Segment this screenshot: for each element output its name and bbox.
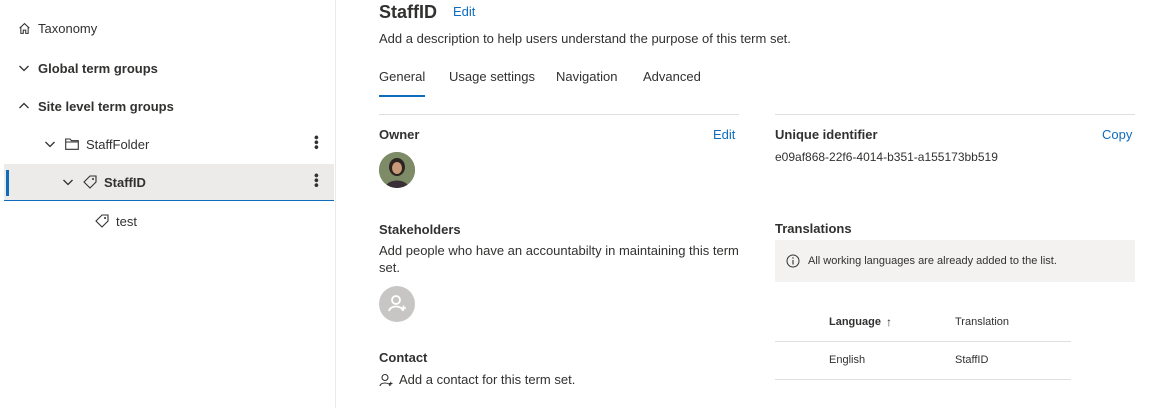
tab-general[interactable]: General [379, 69, 425, 97]
owner-avatar[interactable] [379, 152, 415, 188]
selection-indicator [6, 170, 9, 196]
tree-item-label: Global term groups [38, 60, 158, 76]
add-contact-label: Add a contact for this term set. [399, 372, 576, 387]
tab-navigation[interactable]: Navigation [556, 69, 617, 95]
person-add-icon [379, 373, 393, 387]
unique-identifier-label: Unique identifier [775, 127, 878, 142]
table-cell-language: English [829, 354, 866, 366]
person-add-icon [388, 295, 406, 312]
tree-item-stafffolder[interactable]: StaffFolder ••• [4, 126, 334, 162]
info-text: All working languages are already added … [808, 255, 1057, 267]
table-row-divider [775, 379, 1071, 380]
tree-item-taxonomy[interactable]: Taxonomy [16, 10, 346, 46]
tree-item-label: Site level term groups [38, 98, 174, 114]
table-cell-translation: StaffID [955, 354, 989, 366]
tree-item-global-term-groups[interactable]: Global term groups [16, 50, 346, 86]
termset-description[interactable]: Add a description to help users understa… [379, 31, 791, 46]
page-title: StaffID [379, 2, 437, 22]
chevron-down-icon[interactable] [60, 174, 76, 190]
divider [775, 114, 1135, 115]
tree-item-test[interactable]: test [4, 203, 334, 239]
divider [379, 114, 739, 115]
edit-title-link[interactable]: Edit [453, 4, 475, 19]
tree-item-staffid[interactable]: StaffID ••• [4, 164, 334, 201]
add-stakeholder-button[interactable] [379, 286, 415, 322]
chevron-down-icon[interactable] [42, 136, 58, 152]
table-row-divider [775, 341, 1071, 342]
translations-label: Translations [775, 221, 852, 236]
unique-identifier-value: e09af868-22f6-4014-b351-a155173bb519 [775, 150, 998, 164]
tree-item-label: test [116, 213, 137, 229]
home-icon [16, 20, 32, 36]
column-header-language[interactable]: Language ↑ [829, 315, 892, 329]
sort-ascending-icon: ↑ [885, 315, 892, 329]
column-header-translation[interactable]: Translation [955, 316, 1009, 328]
tag-icon [94, 213, 110, 229]
copy-identifier-link[interactable]: Copy [1102, 127, 1132, 142]
tree-item-site-term-groups[interactable]: Site level term groups [16, 88, 346, 124]
stakeholders-description: Add people who have an accountabilty in … [379, 243, 739, 275]
more-options-icon[interactable]: ••• [309, 173, 325, 188]
chevron-up-icon[interactable] [16, 98, 32, 114]
tree-item-label: StaffFolder [86, 136, 150, 152]
chevron-down-icon[interactable] [16, 60, 32, 76]
more-options-icon[interactable]: ••• [309, 135, 325, 150]
contact-label: Contact [379, 350, 428, 365]
stakeholders-label: Stakeholders [379, 222, 461, 237]
translations-info-banner: All working languages are already added … [775, 240, 1135, 282]
tab-advanced[interactable]: Advanced [643, 69, 701, 95]
owner-label: Owner [379, 127, 420, 142]
edit-owner-link[interactable]: Edit [713, 127, 735, 142]
tree-item-label: Taxonomy [38, 20, 98, 36]
folder-icon [64, 136, 80, 152]
column-header-label: Language [829, 316, 881, 328]
tree-item-label: StaffID [104, 174, 146, 190]
add-contact-button[interactable]: Add a contact for this term set. [379, 371, 575, 388]
info-icon [786, 254, 800, 273]
taxonomy-tree-panel: Taxonomy Global term groups Site level t… [0, 0, 336, 408]
tab-usage-settings[interactable]: Usage settings [449, 69, 535, 95]
tag-icon [82, 174, 98, 190]
